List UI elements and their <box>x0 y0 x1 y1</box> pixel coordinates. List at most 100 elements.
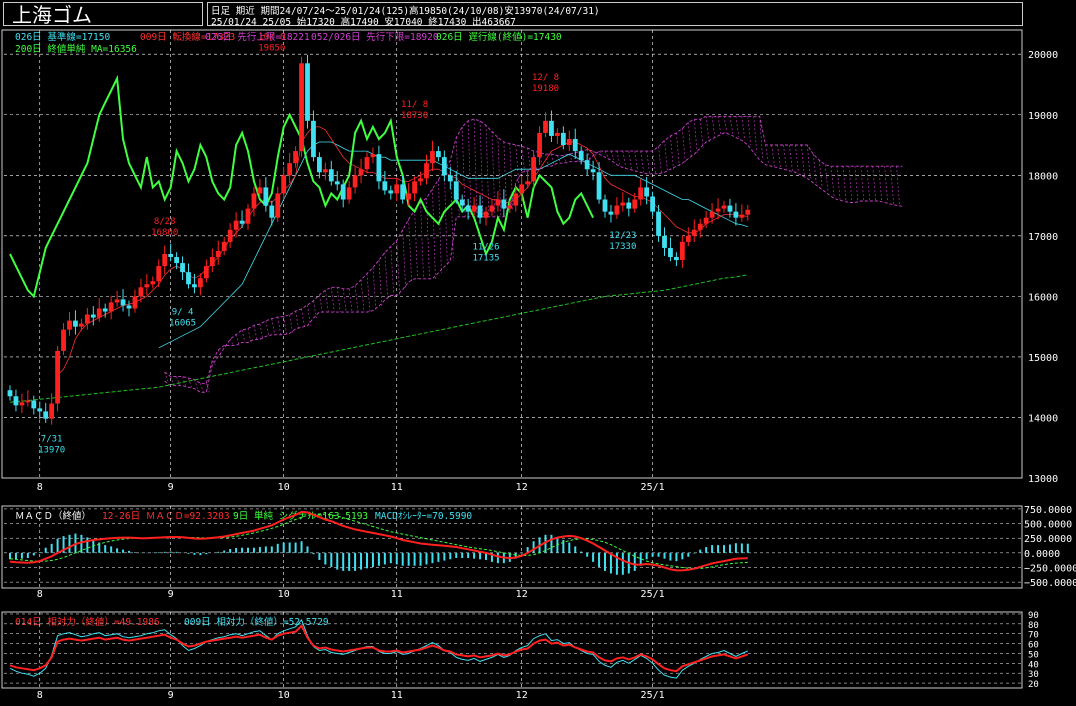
candle-up <box>691 229 697 236</box>
candle-up <box>108 302 114 312</box>
candle-down <box>174 257 179 264</box>
candle-up <box>209 257 215 267</box>
ichimoku-cloud-hatch <box>836 166 841 200</box>
candle-down <box>447 175 453 182</box>
candle-down <box>501 199 507 209</box>
ichimoku-cloud-hatch <box>717 116 722 136</box>
candle-down <box>549 120 554 136</box>
ichimoku-cloud-hatch <box>687 122 692 159</box>
candle-up <box>19 402 25 406</box>
candle-up <box>721 205 727 209</box>
candle-down <box>168 254 174 258</box>
candle-up <box>507 205 513 209</box>
candle-down <box>400 184 406 200</box>
ma200-line <box>9 274 748 403</box>
candle-up <box>685 235 691 242</box>
price-y-tick-label: 19000 <box>1028 111 1058 122</box>
ichimoku-cloud-hatch <box>188 377 192 388</box>
candle-up <box>346 187 352 200</box>
candle-down <box>311 120 316 158</box>
annotation-value: 16065 <box>169 318 196 328</box>
ichimoku-cloud-hatch <box>711 116 716 140</box>
ichimoku-cloud-hatch <box>354 285 359 313</box>
candle-up <box>430 151 435 164</box>
candle-down <box>596 172 602 200</box>
candle-up <box>632 199 638 209</box>
candle-up <box>215 250 221 258</box>
ichimoku-cloud-hatch <box>729 116 734 135</box>
annotation-value: 13970 <box>38 445 65 455</box>
annotation-date: 11/26 <box>472 243 499 253</box>
ichimoku-cloud-hatch <box>348 288 353 313</box>
candle-down <box>263 187 269 206</box>
ichimoku-cloud-hatch <box>521 146 526 173</box>
candle-down <box>650 196 655 212</box>
candle-up <box>483 211 489 218</box>
ichimoku-cloud-hatch <box>444 170 448 267</box>
ichimoku-cloud-hatch <box>610 150 615 161</box>
candle-up <box>513 193 519 206</box>
macd-y-tick-label: 0.0000 <box>1024 549 1060 560</box>
candle-up <box>150 281 156 285</box>
ichimoku-cloud-hatch <box>634 151 639 171</box>
ichimoku-cloud-hatch <box>360 279 365 313</box>
ichimoku-cloud-hatch <box>670 135 674 170</box>
ichimoku-cloud-hatch <box>200 383 204 393</box>
candle-up <box>679 241 685 261</box>
candle-up <box>394 184 400 194</box>
ichimoku-cloud-hatch <box>247 328 252 343</box>
price-panel-frame <box>1 29 1023 479</box>
candle-up <box>96 308 102 318</box>
ichimoku-cloud-hatch <box>194 379 198 389</box>
candle-up <box>221 241 227 251</box>
candle-up <box>555 132 560 136</box>
ichimoku-cloud-hatch <box>842 166 847 202</box>
candle-up <box>156 266 162 282</box>
ichimoku-cloud-hatch <box>699 119 704 149</box>
candle-up <box>519 184 525 194</box>
candle-down <box>602 199 608 212</box>
annotation-date: 12/ 8 <box>532 73 559 83</box>
candle-down <box>578 151 584 161</box>
annotation-value: 17330 <box>609 242 636 252</box>
ichimoku-cloud-hatch <box>777 144 781 168</box>
ichimoku-cloud-hatch <box>426 197 430 279</box>
candle-up <box>61 329 66 351</box>
macd-x-tick-label: 25/1 <box>641 589 665 600</box>
ichimoku-cloud-hatch <box>646 151 650 174</box>
candle-up <box>257 187 263 194</box>
ichimoku-cloud-hatch <box>432 188 436 279</box>
candle-up <box>67 320 72 330</box>
candle-down <box>43 411 49 419</box>
candle-up <box>287 163 293 176</box>
price-y-tick-label: 20000 <box>1028 50 1058 61</box>
ichimoku-cloud-hatch <box>259 323 264 340</box>
annotation-value: 19850 <box>258 43 285 53</box>
candle-up <box>489 205 495 212</box>
ichimoku-cloud-hatch <box>682 128 686 164</box>
annotation-date: 9/ 4 <box>172 307 194 317</box>
candle-down <box>572 138 578 152</box>
candle-up <box>495 199 501 206</box>
rsi-y-tick-label: 60 <box>1028 641 1039 651</box>
ichimoku-cloud-hatch <box>806 144 811 179</box>
candle-up <box>638 187 644 200</box>
macd-y-tick-label: 750.0000 <box>1024 505 1072 516</box>
ichimoku-cloud-hatch <box>283 316 288 335</box>
ichimoku-cloud-hatch <box>402 229 407 290</box>
rsi-x-tick-label: 12 <box>516 690 528 701</box>
ichimoku-cloud-hatch <box>485 125 490 217</box>
rsi-panel-frame <box>1 611 1023 689</box>
price-y-tick-label: 16000 <box>1028 292 1058 303</box>
ichimoku-cloud-hatch <box>176 376 180 386</box>
candle-down <box>334 181 340 185</box>
rsi-y-tick-label: 90 <box>1028 611 1039 621</box>
ichimoku-cloud-hatch <box>824 164 829 192</box>
ichimoku-cloud-hatch <box>818 160 823 188</box>
candle-down <box>436 151 441 158</box>
price-x-tick-label: 25/1 <box>641 482 665 493</box>
candle-up <box>25 400 31 403</box>
ichimoku-cloud-hatch <box>342 288 347 313</box>
candle-up <box>132 296 138 309</box>
candle-down <box>459 199 465 206</box>
